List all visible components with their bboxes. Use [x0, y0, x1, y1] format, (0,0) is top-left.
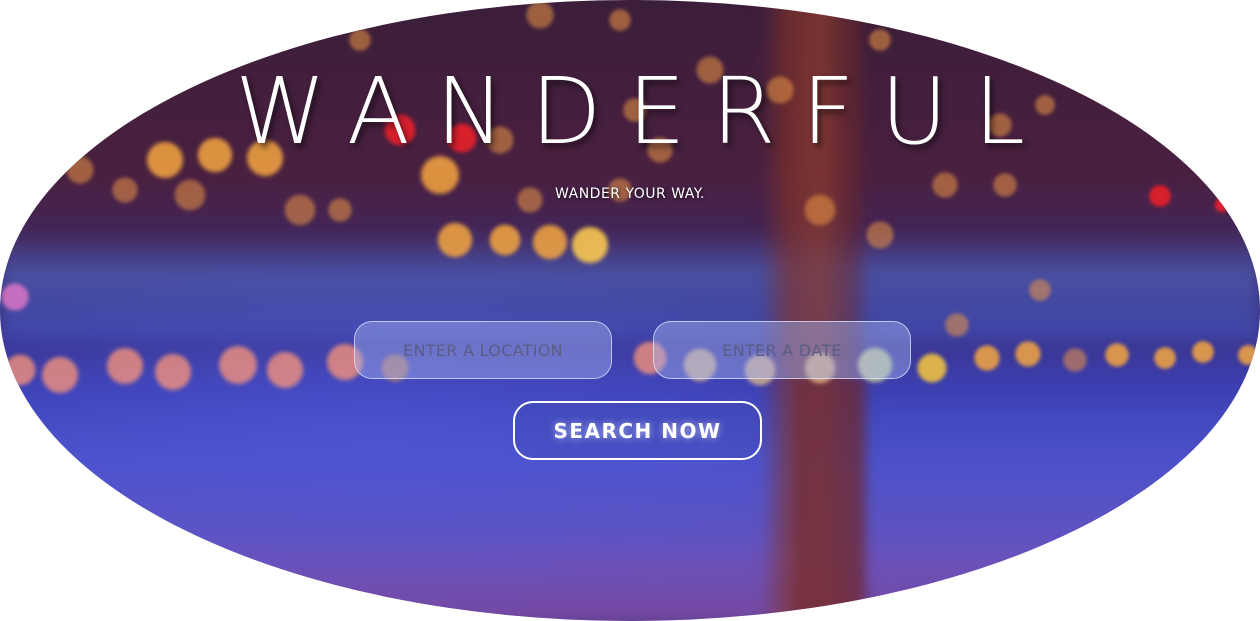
bokeh-light — [1153, 346, 1177, 370]
bokeh-light — [40, 355, 80, 395]
bokeh-light — [3, 353, 37, 387]
page: WANDERFUL WANDER YOUR WAY. SEARCH NOW — [0, 0, 1260, 621]
bokeh-light — [525, 0, 555, 30]
bokeh-light — [217, 344, 259, 386]
bokeh-light — [105, 346, 145, 386]
water-glow — [0, 230, 1260, 340]
search-now-button[interactable]: SEARCH NOW — [513, 401, 762, 460]
bokeh-light — [348, 28, 372, 52]
bokeh-light — [865, 220, 895, 250]
bokeh-light — [868, 28, 892, 52]
bokeh-light — [973, 344, 1001, 372]
bokeh-light — [1191, 340, 1215, 364]
bokeh-light — [1014, 340, 1042, 368]
bokeh-light — [944, 312, 970, 338]
bokeh-light — [265, 350, 305, 390]
bokeh-light — [570, 225, 610, 265]
bokeh-light — [1104, 342, 1130, 368]
bridge-tower-base — [795, 380, 865, 621]
bokeh-light — [153, 352, 193, 392]
hero-title: WANDERFUL — [234, 58, 1052, 165]
location-input[interactable] — [354, 321, 612, 379]
bokeh-light — [1237, 344, 1259, 366]
bokeh-light — [0, 282, 30, 312]
bokeh-light — [488, 223, 522, 257]
bokeh-light — [608, 8, 632, 32]
bokeh-light — [531, 223, 569, 261]
bokeh-light — [916, 352, 948, 384]
date-input[interactable] — [653, 321, 911, 379]
bokeh-light — [436, 221, 474, 259]
bokeh-light — [1028, 278, 1052, 302]
bokeh-light — [1062, 347, 1088, 373]
hero-subtitle: WANDER YOUR WAY. — [555, 186, 705, 202]
